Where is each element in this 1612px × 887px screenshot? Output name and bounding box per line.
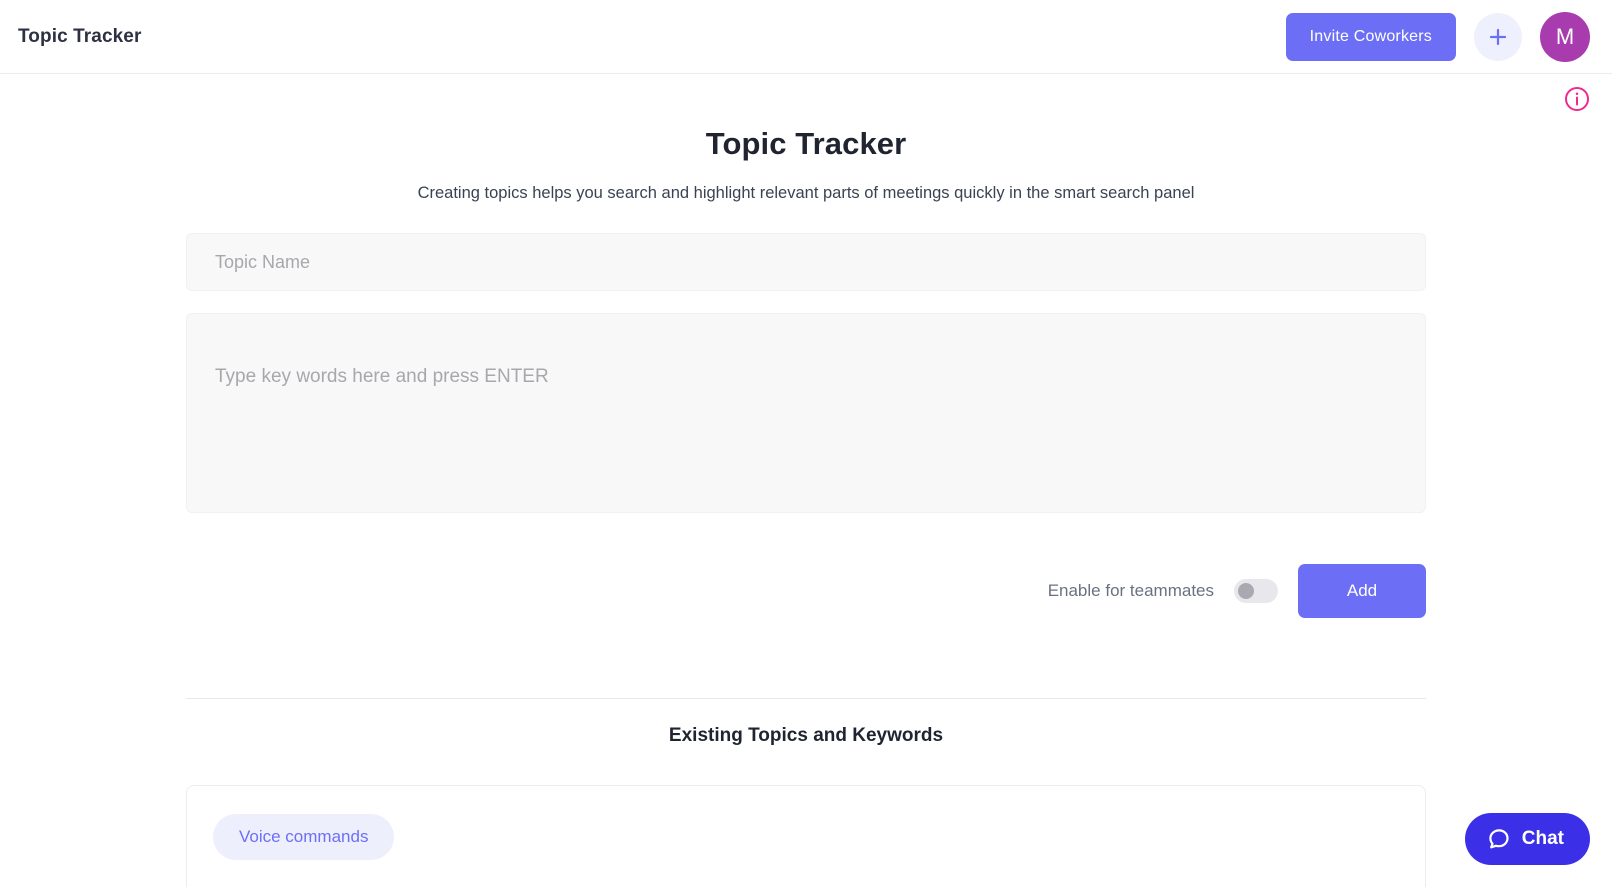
add-new-button[interactable] [1474,12,1522,61]
main-content: Topic Tracker Creating topics helps you … [0,126,1612,887]
chat-widget-label: Chat [1521,828,1564,849]
page-subtitle: Creating topics helps you search and hig… [417,184,1195,202]
topic-form: Enable for teammates Add [186,203,1426,618]
plus-icon [1487,26,1509,48]
enable-for-teammates-toggle[interactable] [1234,579,1278,603]
app-title: Topic Tracker [18,25,142,47]
page-title: Topic Tracker [705,126,907,161]
chat-widget-button[interactable]: Chat [1464,813,1590,865]
add-topic-button[interactable]: Add [1298,564,1426,618]
topic-name-input[interactable] [186,233,1426,291]
info-circle-icon[interactable] [1564,86,1590,112]
avatar[interactable]: M [1540,11,1590,62]
enable-for-teammates-label: Enable for teammates [1047,581,1214,600]
header-actions: Invite Coworkers M [1285,11,1594,62]
toggle-knob [1238,583,1254,599]
section-divider [186,698,1426,699]
keyword-pill[interactable]: Voice commands [213,814,395,860]
chat-bubble-icon [1487,827,1511,851]
invite-coworkers-button[interactable]: Invite Coworkers [1285,12,1456,61]
form-actions: Enable for teammates Add [186,564,1426,618]
existing-topics-card: Voice commands [186,785,1426,887]
app-header: Topic Tracker Invite Coworkers M [0,0,1612,74]
info-row [0,74,1612,124]
keywords-input[interactable] [186,313,1426,513]
existing-topics-title: Existing Topics and Keywords [668,725,944,746]
